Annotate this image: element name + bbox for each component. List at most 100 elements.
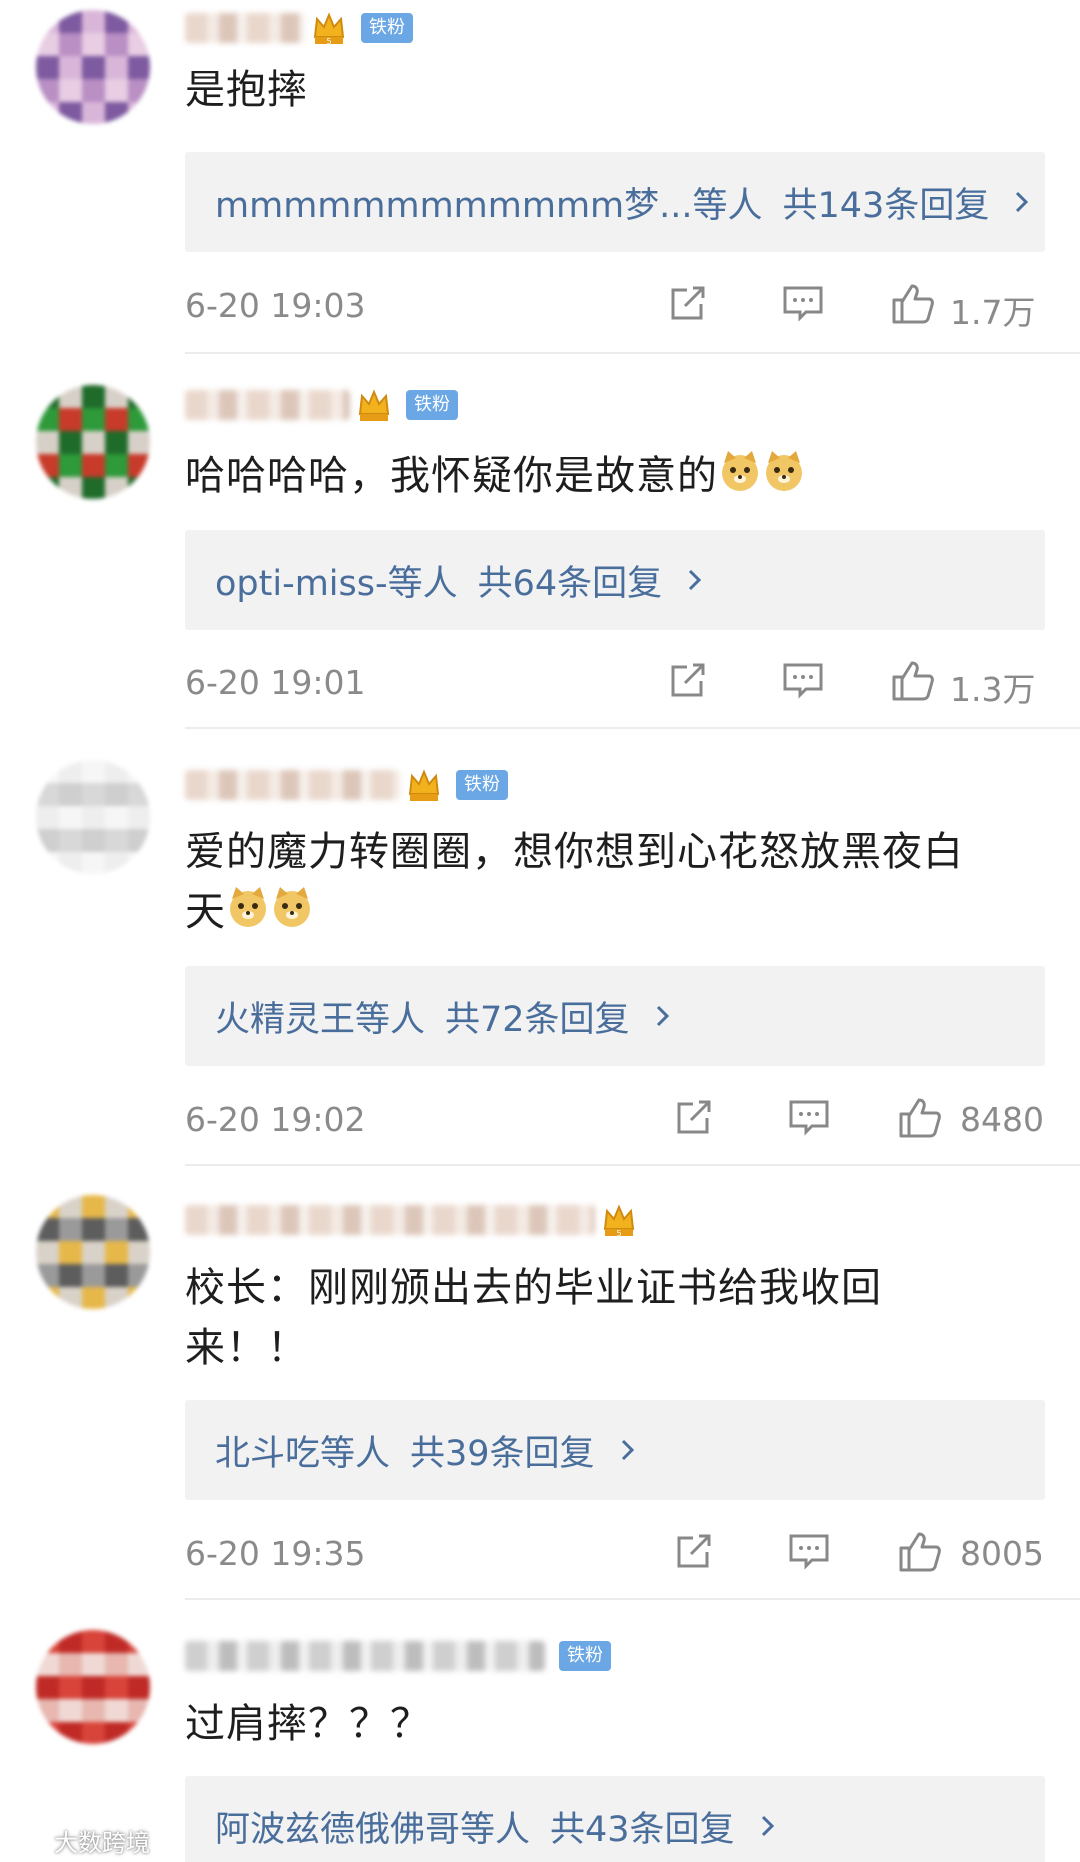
doge-emoji-icon bbox=[230, 887, 266, 927]
reply-users: opti-miss-等人 bbox=[215, 563, 458, 604]
username-blurred bbox=[185, 13, 305, 43]
avatar-pixel bbox=[128, 56, 150, 80]
comment-icon[interactable] bbox=[780, 657, 826, 703]
comment-icon[interactable] bbox=[786, 1094, 832, 1140]
username-blurred bbox=[185, 1205, 595, 1235]
avatar-pixel bbox=[82, 783, 106, 807]
avatar-pixel bbox=[82, 829, 106, 853]
share-icon[interactable] bbox=[665, 280, 711, 326]
avatar-pixel bbox=[36, 79, 60, 103]
avatar-pixel bbox=[59, 1218, 83, 1242]
comment-icon[interactable] bbox=[780, 280, 826, 326]
avatar-pixel bbox=[128, 1241, 150, 1265]
avatar-pixel bbox=[59, 79, 83, 103]
reply-summary[interactable]: 北斗吃等人 共39条回复 bbox=[185, 1400, 1045, 1500]
avatar-pixel bbox=[105, 852, 129, 874]
like-icon[interactable] bbox=[890, 657, 936, 703]
crown-icon bbox=[408, 769, 440, 801]
avatar-pixel bbox=[36, 760, 60, 784]
avatar-pixel bbox=[36, 408, 60, 432]
comment-time: 6-20 19:35 bbox=[185, 1534, 366, 1573]
username-row[interactable]: 5 bbox=[185, 1200, 637, 1240]
comment-meta: 6-20 19:03 1.7万 bbox=[185, 280, 1045, 332]
reply-count: 共39条回复 bbox=[410, 1433, 595, 1474]
avatar-pixel bbox=[36, 1218, 60, 1242]
username-row[interactable]: 铁粉 bbox=[185, 1636, 611, 1676]
username-row[interactable]: 铁粉 bbox=[185, 765, 508, 805]
avatar-pixel bbox=[128, 477, 150, 499]
avatar-pixel bbox=[59, 1676, 83, 1700]
comment-text: 是抱摔 bbox=[185, 60, 1045, 120]
avatar[interactable] bbox=[36, 1195, 150, 1309]
avatar[interactable] bbox=[36, 10, 150, 124]
avatar-pixel bbox=[128, 102, 150, 124]
avatar-pixel bbox=[36, 33, 60, 57]
chevron-right-icon bbox=[656, 1005, 669, 1027]
reply-count: 共143条回复 bbox=[782, 185, 990, 226]
comment-icon[interactable] bbox=[786, 1528, 832, 1574]
share-icon[interactable] bbox=[671, 1094, 717, 1140]
avatar-pixel bbox=[59, 102, 83, 124]
watermark-logo-icon bbox=[8, 1829, 47, 1852]
avatar-pixel bbox=[59, 806, 83, 830]
reply-summary[interactable]: opti-miss-等人 共64条回复 bbox=[185, 530, 1045, 630]
like-icon[interactable] bbox=[897, 1528, 943, 1574]
avatar[interactable] bbox=[36, 760, 150, 874]
avatar-pixel bbox=[36, 1287, 60, 1309]
username-blurred bbox=[185, 1641, 545, 1671]
reply-summary[interactable]: 阿波兹德俄佛哥等人 共43条回复 bbox=[185, 1776, 1045, 1862]
fan-badge: 铁粉 bbox=[406, 390, 458, 420]
avatar-pixel bbox=[82, 760, 106, 784]
fan-badge: 铁粉 bbox=[361, 13, 413, 43]
avatar-pixel bbox=[82, 852, 106, 874]
avatar-pixel bbox=[82, 806, 106, 830]
avatar-pixel bbox=[82, 10, 106, 34]
avatar-pixel bbox=[59, 1287, 83, 1309]
avatar[interactable] bbox=[36, 385, 150, 499]
comment-time: 6-20 19:03 bbox=[185, 286, 366, 325]
reply-summary[interactable]: mmmmmmmmmmmm梦...等人 共143条回复 bbox=[185, 152, 1045, 252]
avatar-pixel bbox=[128, 1722, 150, 1744]
like-icon[interactable] bbox=[890, 280, 936, 326]
comment-meta: 6-20 19:02 8480 bbox=[185, 1094, 1045, 1144]
avatar-pixel bbox=[105, 477, 129, 499]
avatar[interactable] bbox=[36, 1630, 150, 1744]
avatar-pixel bbox=[128, 10, 150, 34]
avatar-pixel bbox=[128, 1699, 150, 1723]
avatar-pixel bbox=[59, 431, 83, 455]
avatar-pixel bbox=[59, 56, 83, 80]
username-row[interactable]: 铁粉 bbox=[185, 385, 458, 425]
avatar-pixel bbox=[36, 783, 60, 807]
avatar-pixel bbox=[82, 1722, 106, 1744]
comment-meta: 6-20 19:35 8005 bbox=[185, 1528, 1045, 1578]
avatar-pixel bbox=[128, 385, 150, 409]
avatar-pixel bbox=[82, 56, 106, 80]
avatar-pixel bbox=[82, 1241, 106, 1265]
chevron-right-icon bbox=[689, 569, 702, 591]
comment-text-line: 过肩摔？？？ bbox=[185, 1701, 431, 1747]
like-count: 8005 bbox=[960, 1534, 1044, 1573]
crown-icon bbox=[358, 389, 390, 421]
like-icon[interactable] bbox=[897, 1094, 943, 1140]
doge-emoji-icon bbox=[766, 451, 802, 491]
avatar-pixel bbox=[105, 1195, 129, 1219]
avatar-pixel bbox=[105, 1699, 129, 1723]
avatar-pixel bbox=[82, 431, 106, 455]
comment-text: 过肩摔？？？ bbox=[185, 1694, 1045, 1754]
avatar-pixel bbox=[82, 1287, 106, 1309]
divider bbox=[185, 352, 1080, 354]
avatar-pixel bbox=[59, 33, 83, 57]
username-row[interactable]: 5 铁粉 bbox=[185, 8, 413, 48]
watermark-text: 大数跨境 bbox=[54, 1828, 150, 1857]
avatar-pixel bbox=[59, 829, 83, 853]
share-icon[interactable] bbox=[665, 657, 711, 703]
reply-users: mmmmmmmmmmmm梦...等人 bbox=[215, 185, 763, 226]
svg-text:5: 5 bbox=[616, 1229, 621, 1238]
avatar-pixel bbox=[59, 1653, 83, 1677]
avatar-pixel bbox=[128, 852, 150, 874]
avatar-pixel bbox=[36, 1676, 60, 1700]
reply-summary[interactable]: 火精灵王等人 共72条回复 bbox=[185, 966, 1045, 1066]
share-icon[interactable] bbox=[671, 1528, 717, 1574]
avatar-pixel bbox=[105, 79, 129, 103]
avatar-pixel bbox=[36, 806, 60, 830]
